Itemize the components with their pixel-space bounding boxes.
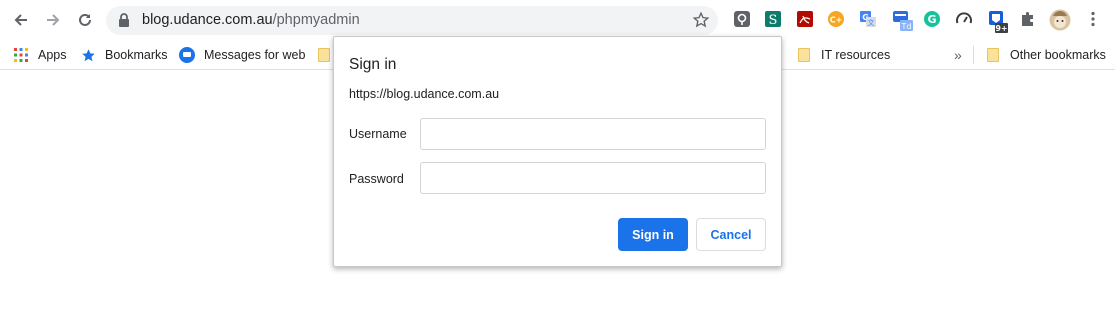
sign-in-button[interactable]: Sign in: [618, 218, 688, 251]
coupon-ext-icon[interactable]: C+: [827, 10, 847, 30]
bookmark-apps[interactable]: Apps: [13, 45, 67, 65]
reload-icon[interactable]: [73, 8, 97, 32]
username-input[interactable]: [420, 118, 766, 150]
folder-icon: [985, 47, 1001, 63]
bookmarks-divider: [973, 46, 974, 64]
bookmark-it-resources[interactable]: IT resources: [796, 45, 890, 65]
speedometer-ext-icon[interactable]: [955, 10, 975, 30]
menu-icon[interactable]: [1084, 10, 1104, 30]
bookmark-label: Messages for web: [204, 48, 306, 62]
username-label: Username: [349, 127, 407, 141]
pdf-ext-icon[interactable]: [796, 10, 816, 30]
todoist-ext-icon[interactable]: Td: [892, 10, 913, 31]
url-path: /phpmyadmin: [272, 12, 360, 28]
svg-text:C+: C+: [830, 16, 843, 25]
messages-icon: [179, 47, 195, 63]
s-ext-icon[interactable]: S: [764, 10, 784, 30]
bookmark-messages-for-web[interactable]: Messages for web: [179, 45, 305, 65]
bookmarks-overflow-button[interactable]: »: [954, 45, 962, 65]
password-label: Password: [349, 172, 404, 186]
browser-toolbar: blog.udance.com.au/phpmyadmin S C+ G文 Td…: [0, 0, 1115, 40]
forward-icon[interactable]: [41, 8, 65, 32]
translate-ext-icon[interactable]: G文: [859, 10, 879, 30]
avatar[interactable]: [1049, 9, 1071, 31]
bitwarden-badge: 9+: [995, 24, 1007, 33]
dialog-title: Sign in: [349, 56, 397, 73]
bookmark-label: Apps: [38, 48, 67, 62]
star-icon[interactable]: [692, 11, 710, 34]
lock-icon[interactable]: [118, 13, 130, 32]
back-icon[interactable]: [9, 8, 33, 32]
bitwarden-ext-icon[interactable]: 9+: [987, 10, 1008, 33]
apps-grid-icon: [13, 47, 29, 63]
sign-in-dialog: Sign in https://blog.udance.com.au Usern…: [333, 36, 782, 267]
url-host: blog.udance.com.au: [142, 12, 273, 28]
svg-text:G: G: [927, 13, 936, 26]
grammarly-ext-icon[interactable]: G: [923, 10, 943, 30]
folder-icon: [316, 47, 332, 63]
dialog-origin: https://blog.udance.com.au: [349, 87, 500, 101]
address-bar[interactable]: blog.udance.com.au/phpmyadmin: [106, 6, 718, 35]
bookmark-label: IT resources: [821, 48, 891, 62]
svg-text:文: 文: [868, 18, 875, 27]
cancel-button[interactable]: Cancel: [696, 218, 766, 251]
pocket-ext-icon[interactable]: [733, 10, 753, 30]
star-icon: [80, 47, 96, 63]
todoist-badge: Td: [901, 22, 912, 31]
bookmark-label: Other bookmarks: [1010, 48, 1106, 62]
bookmark-bookmarks[interactable]: Bookmarks: [80, 45, 168, 65]
folder-icon: [796, 47, 812, 63]
svg-text:S: S: [769, 13, 778, 28]
password-input[interactable]: [420, 162, 766, 194]
url-text[interactable]: blog.udance.com.au/phpmyadmin: [142, 12, 360, 28]
bookmark-label: Bookmarks: [105, 48, 168, 62]
bookmark-other-bookmarks[interactable]: Other bookmarks: [985, 45, 1106, 65]
extensions-icon[interactable]: [1019, 10, 1039, 30]
